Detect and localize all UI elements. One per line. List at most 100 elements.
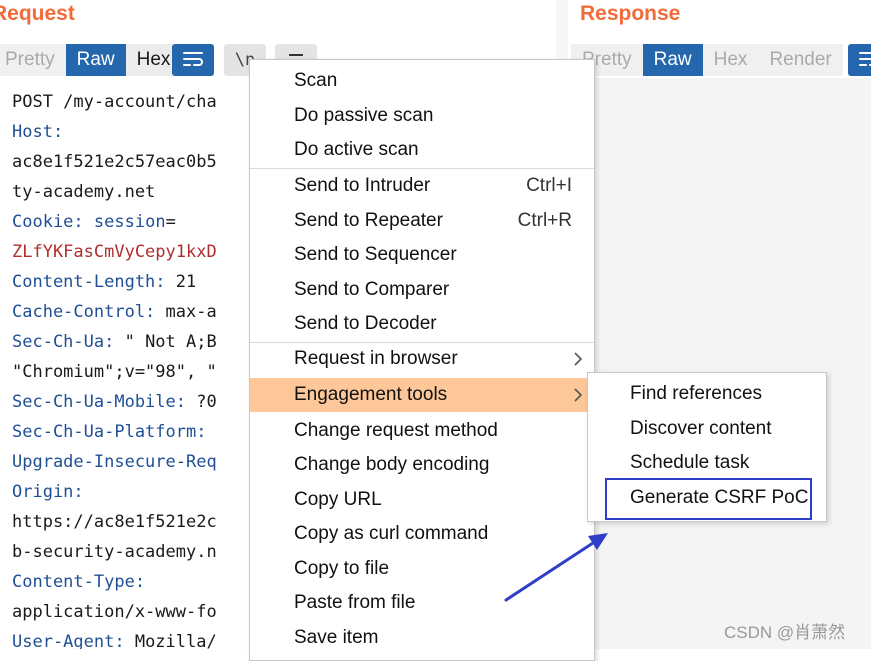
- menu-item-engagement-tools[interactable]: Engagement tools: [250, 378, 594, 412]
- header-name: Sec-Ch-Ua-Mobile:: [12, 392, 186, 412]
- response-title: Response: [580, 2, 681, 25]
- line-text: 21: [165, 272, 197, 292]
- tab-render[interactable]: Render: [758, 44, 843, 76]
- submenu-item-find-references[interactable]: Find references: [588, 377, 826, 411]
- menu-item-send-to-repeater[interactable]: Send to Repeater Ctrl+R: [250, 204, 594, 238]
- menu-item-do-passive-scan[interactable]: Do passive scan: [250, 99, 594, 133]
- menu-item-label: Do passive scan: [294, 105, 434, 126]
- menu-separator: [250, 342, 594, 343]
- menu-item-label: Request in browser: [294, 348, 458, 369]
- line-text: POST /my-account/cha: [12, 92, 217, 112]
- response-actions-button[interactable]: [848, 44, 871, 76]
- annotation-highlight-box: [605, 478, 812, 520]
- menu-item-send-to-intruder[interactable]: Send to Intruder Ctrl+I: [250, 169, 594, 203]
- menu-item-label: Paste from file: [294, 592, 416, 613]
- header-name: Sec-Ch-Ua-Platform:: [12, 422, 207, 442]
- watermark: CSDN @肖萧然: [724, 623, 846, 642]
- header-name: Content-Type:: [12, 572, 146, 592]
- line-text: ty-academy.net: [12, 182, 156, 202]
- menu-item-label: Copy to file: [294, 558, 390, 579]
- menu-item-send-to-sequencer[interactable]: Send to Sequencer: [250, 238, 594, 272]
- code-line: b-security-academy.n: [12, 537, 217, 567]
- line-text: ?0: [186, 392, 217, 412]
- menu-item-label: Send to Sequencer: [294, 244, 457, 265]
- header-name: Cookie:: [12, 212, 84, 232]
- submenu-item-schedule-task[interactable]: Schedule task: [588, 446, 826, 480]
- menu-item-copy-to-file[interactable]: Copy to file: [250, 552, 594, 586]
- menu-item-save-item[interactable]: Save item: [250, 621, 594, 655]
- code-line: ty-academy.net: [12, 177, 155, 207]
- menu-item-do-active-scan[interactable]: Do active scan: [250, 133, 594, 167]
- code-line: Origin:: [12, 477, 84, 507]
- header-name: User-Agent:: [12, 632, 125, 649]
- tab-raw[interactable]: Raw: [65, 44, 126, 76]
- menu-item-label: Copy as curl command: [294, 523, 489, 544]
- tab-raw[interactable]: Raw: [642, 44, 703, 76]
- menu-item-change-body-encoding[interactable]: Change body encoding: [250, 448, 594, 482]
- menu-item-label: Engagement tools: [294, 384, 448, 405]
- line-text: https://ac8e1f521e2c: [12, 512, 217, 532]
- menu-item-label: Change request method: [294, 420, 498, 441]
- submenu-item-label: Schedule task: [630, 452, 750, 473]
- menu-item-label: Send to Repeater: [294, 210, 443, 231]
- code-line: Sec-Ch-Ua-Mobile: ?0: [12, 387, 217, 417]
- menu-item-label: Send to Decoder: [294, 313, 437, 334]
- code-line: User-Agent: Mozilla/: [12, 627, 217, 649]
- line-text: " Not A;B: [114, 332, 217, 352]
- context-menu: Scan Do passive scan Do active scan Send to…: [249, 59, 595, 661]
- code-line: application/x-www-fo: [12, 597, 217, 627]
- line-text: =: [165, 212, 176, 232]
- code-line: https://ac8e1f521e2c: [12, 507, 217, 537]
- menu-item-label: Save item: [294, 627, 379, 648]
- line-text: "Chromium";v="98", ": [12, 362, 217, 382]
- menu-item-label: Do active scan: [294, 139, 419, 160]
- code-line: "Chromium";v="98", ": [12, 357, 217, 387]
- menu-item-scan[interactable]: Scan: [250, 64, 594, 98]
- menu-separator: [250, 168, 594, 169]
- header-name: Content-Length:: [12, 272, 166, 292]
- code-line: Sec-Ch-Ua-Platform:: [12, 417, 206, 447]
- code-line: ZLfYKFasCmVyCepy1kxD: [12, 237, 217, 267]
- line-text: max-a: [155, 302, 217, 322]
- cookie-name: session: [93, 212, 166, 232]
- menu-item-request-in-browser[interactable]: Request in browser: [250, 342, 594, 376]
- tab-pretty[interactable]: Pretty: [0, 44, 66, 76]
- request-tabs: Pretty Raw Hex: [0, 44, 182, 76]
- code-line: Host:: [12, 117, 63, 147]
- header-name: Host:: [12, 122, 64, 142]
- line-text: Mozilla/: [124, 632, 217, 649]
- code-line: Sec-Ch-Ua: " Not A;B: [12, 327, 217, 357]
- submenu-item-label: Discover content: [630, 418, 772, 439]
- request-actions-button[interactable]: [172, 44, 214, 76]
- code-line: Cache-Control: max-a: [12, 297, 217, 327]
- code-line: Cookie: session=: [12, 207, 176, 237]
- line-text: b-security-academy.n: [12, 542, 217, 562]
- wrap-lines-icon: [859, 52, 871, 66]
- menu-item-label: Send to Intruder: [294, 175, 431, 196]
- response-tabs: Pretty Raw Hex Render: [571, 44, 843, 76]
- header-name: Sec-Ch-Ua:: [12, 332, 115, 352]
- menu-item-copy-as-curl-command[interactable]: Copy as curl command: [250, 517, 594, 551]
- header-name: Cache-Control:: [12, 302, 156, 322]
- header-name: Origin:: [12, 482, 84, 502]
- menu-item-label: Change body encoding: [294, 454, 490, 475]
- header-name: Upgrade-Insecure-Req: [12, 452, 217, 472]
- request-editor[interactable]: POST /my-account/cha Host: ac8e1f521e2c57e…: [0, 86, 262, 649]
- submenu-item-discover-content[interactable]: Discover content: [588, 412, 826, 446]
- menu-item-send-to-decoder[interactable]: Send to Decoder: [250, 307, 594, 341]
- wrap-lines-icon: [183, 52, 203, 66]
- line-text: application/x-www-fo: [12, 602, 217, 622]
- menu-item-send-to-comparer[interactable]: Send to Comparer: [250, 273, 594, 307]
- line-text: ac8e1f521e2c57eac0b5: [12, 152, 217, 172]
- code-line: POST /my-account/cha: [12, 87, 217, 117]
- submenu-item-label: Find references: [630, 383, 763, 404]
- menu-item-shortcut: Ctrl+I: [526, 175, 572, 196]
- menu-item-paste-from-file[interactable]: Paste from file: [250, 586, 594, 620]
- menu-item-copy-url[interactable]: Copy URL: [250, 483, 594, 517]
- response-editor[interactable]: [568, 78, 871, 649]
- code-line: Content-Length: 21: [12, 267, 196, 297]
- menu-item-label: Copy URL: [294, 489, 382, 510]
- request-title: Request: [0, 2, 75, 25]
- tab-hex[interactable]: Hex: [702, 44, 759, 76]
- menu-item-change-request-method[interactable]: Change request method: [250, 414, 594, 448]
